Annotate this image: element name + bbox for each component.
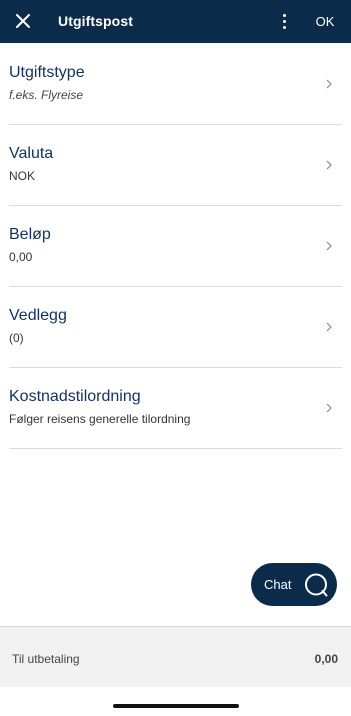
currency-row[interactable]: Valuta NOK bbox=[9, 125, 342, 206]
chevron-right-icon bbox=[326, 322, 332, 332]
chevron-right-icon bbox=[326, 160, 332, 170]
close-button[interactable] bbox=[11, 9, 35, 33]
home-indicator bbox=[113, 704, 239, 708]
row-label: Kostnadstilordning bbox=[9, 388, 141, 405]
row-value: NOK bbox=[9, 169, 36, 183]
row-label: Beløp bbox=[9, 226, 51, 243]
amount-row[interactable]: Beløp 0,00 bbox=[9, 206, 342, 287]
payout-label: Til utbetaling bbox=[12, 652, 80, 666]
row-value: Følger reisens generelle tilordning bbox=[9, 412, 191, 426]
expense-fields-list: Utgiftstype f.eks. Flyreise Valuta NOK B… bbox=[9, 44, 342, 449]
chat-label: Chat bbox=[264, 577, 292, 592]
attachments-row[interactable]: Vedlegg (0) bbox=[9, 287, 342, 368]
payout-footer: Til utbetaling 0,00 bbox=[0, 626, 351, 687]
chevron-right-icon bbox=[326, 241, 332, 251]
row-value: 0,00 bbox=[9, 250, 33, 264]
chevron-right-icon bbox=[326, 79, 332, 89]
more-vertical-icon bbox=[282, 13, 286, 17]
row-label: Utgiftstype bbox=[9, 64, 85, 81]
payout-amount: 0,00 bbox=[314, 652, 338, 666]
row-label: Valuta bbox=[9, 145, 54, 162]
more-options-button[interactable] bbox=[276, 10, 292, 32]
page-title: Utgiftspost bbox=[58, 13, 133, 29]
expense-type-row[interactable]: Utgiftstype f.eks. Flyreise bbox=[9, 44, 342, 125]
cost-allocation-row[interactable]: Kostnadstilordning Følger reisens genere… bbox=[9, 368, 342, 449]
chevron-right-icon bbox=[326, 403, 332, 413]
close-icon bbox=[16, 14, 30, 28]
row-value: (0) bbox=[9, 331, 24, 345]
row-value: f.eks. Flyreise bbox=[9, 88, 84, 102]
top-app-bar: Utgiftspost OK bbox=[0, 0, 351, 43]
row-label: Vedlegg bbox=[9, 307, 67, 324]
chat-button[interactable]: Chat bbox=[251, 563, 337, 606]
ok-button[interactable]: OK bbox=[307, 0, 343, 43]
chat-bubble-icon bbox=[305, 573, 328, 597]
